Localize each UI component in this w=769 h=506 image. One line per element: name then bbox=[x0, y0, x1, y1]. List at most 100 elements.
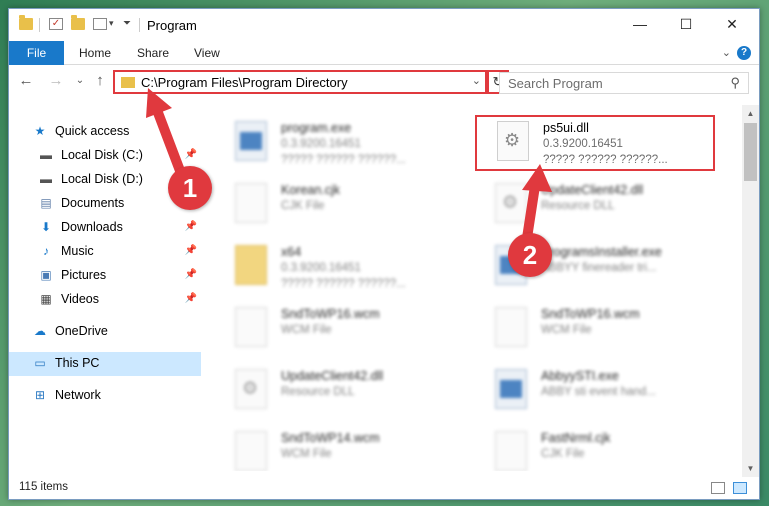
title-bar: ✓ ▾ ⏷ Program — ☐ ✕ bbox=[9, 9, 759, 41]
sidebar-item-this-pc[interactable]: ▭ This PC bbox=[9, 352, 201, 376]
scrollbar-thumb[interactable] bbox=[744, 123, 757, 181]
dll-file-icon bbox=[235, 369, 267, 409]
file-icon bbox=[235, 307, 267, 347]
file-detail: 0.3.9200.16451 bbox=[281, 138, 361, 150]
explorer-window: ✓ ▾ ⏷ Program — ☐ ✕ File Home Share View… bbox=[8, 8, 760, 500]
status-bar: 115 items bbox=[9, 477, 759, 499]
file-item[interactable]: SndToWP14.wcm WCM File bbox=[215, 427, 455, 471]
window-title: Program bbox=[147, 18, 197, 33]
maximize-button[interactable]: ☐ bbox=[663, 9, 709, 39]
address-dropdown-icon[interactable]: ⌄ bbox=[472, 74, 481, 87]
file-description: ????? ?????? ??????... bbox=[281, 154, 406, 166]
file-item[interactable]: SndToWP16.wcm WCM File bbox=[475, 303, 715, 359]
sidebar-item-network[interactable]: ⊞ Network bbox=[9, 384, 201, 408]
sidebar-item-label: Local Disk (D:) bbox=[61, 172, 143, 186]
search-input[interactable]: Search Program ⚲ bbox=[499, 72, 749, 94]
scroll-up-icon[interactable]: ▲ bbox=[742, 105, 759, 122]
item-count: 115 items bbox=[19, 481, 69, 493]
file-name: program.exe bbox=[281, 121, 352, 135]
file-item[interactable]: SndToWP16.wcm WCM File bbox=[215, 303, 455, 359]
downloads-icon: ⬇ bbox=[40, 220, 52, 234]
file-item[interactable]: ps5ui.dll 0.3.9200.16451 ????? ?????? ????… bbox=[475, 115, 715, 171]
file-name: SndToWP14.wcm bbox=[281, 431, 380, 445]
file-item[interactable]: program.exe 0.3.9200.16451 ????? ?????? ??… bbox=[215, 117, 455, 173]
tiles-view-icon[interactable] bbox=[733, 482, 747, 494]
details-view-icon[interactable] bbox=[711, 482, 725, 494]
pin-icon[interactable]: 📌 bbox=[185, 245, 197, 256]
folder-icon bbox=[121, 77, 135, 88]
pin-icon[interactable]: 📌 bbox=[185, 293, 197, 304]
computer-icon: ▭ bbox=[34, 356, 46, 370]
file-detail: WCM File bbox=[281, 448, 332, 460]
sidebar-item-local-disk-c[interactable]: ▬ Local Disk (C:) 📌 bbox=[9, 144, 201, 168]
sidebar-item-music[interactable]: ♪ Music 📌 bbox=[9, 240, 201, 264]
divider bbox=[139, 18, 140, 32]
new-folder-icon[interactable] bbox=[71, 15, 85, 30]
tab-share[interactable]: Share bbox=[123, 41, 183, 65]
file-detail: 0.3.9200.16451 bbox=[543, 138, 623, 150]
pin-icon[interactable]: 📌 bbox=[185, 221, 197, 232]
pin-icon[interactable]: 📌 bbox=[185, 149, 197, 160]
close-button[interactable]: ✕ bbox=[709, 9, 755, 39]
sidebar-item-videos[interactable]: ▦ Videos 📌 bbox=[9, 288, 201, 312]
sidebar-item-onedrive[interactable]: ☁ OneDrive bbox=[9, 320, 201, 344]
star-icon: ★ bbox=[34, 124, 46, 138]
divider bbox=[39, 18, 40, 32]
sidebar-item-label: This PC bbox=[55, 356, 100, 370]
file-item[interactable]: UpdateClient42.dll Resource DLL bbox=[215, 365, 455, 421]
sidebar-item-downloads[interactable]: ⬇ Downloads 📌 bbox=[9, 216, 201, 240]
pictures-icon: ▣ bbox=[40, 268, 52, 282]
properties-icon[interactable]: ✓ bbox=[49, 18, 63, 30]
file-name: SndToWP16.wcm bbox=[541, 307, 640, 321]
sidebar-item-label: Pictures bbox=[61, 268, 107, 282]
quick-access-dropdown-icon[interactable]: ⏷ bbox=[123, 18, 133, 30]
sidebar-item-label: Music bbox=[61, 244, 94, 258]
file-detail: ABBY sti event hand... bbox=[541, 386, 656, 398]
file-icon bbox=[235, 183, 267, 223]
step-badge-2: 2 bbox=[508, 233, 552, 277]
tab-home[interactable]: Home bbox=[65, 41, 125, 65]
up-button[interactable]: ↑ bbox=[91, 72, 109, 90]
back-button[interactable]: ← bbox=[17, 72, 35, 90]
file-name: SndToWP16.wcm bbox=[281, 307, 380, 321]
file-item[interactable]: FastNrml.cjk CJK File bbox=[475, 427, 715, 471]
sidebar-item-quick-access[interactable]: ★ Quick access bbox=[9, 120, 201, 144]
customize-toolbar-icon[interactable] bbox=[93, 18, 107, 30]
pin-icon[interactable]: 📌 bbox=[185, 269, 197, 280]
minimize-button[interactable]: — bbox=[617, 9, 663, 39]
tab-view[interactable]: View bbox=[180, 41, 234, 65]
chevron-down-icon[interactable]: ▾ bbox=[109, 18, 117, 30]
file-name: x64 bbox=[281, 245, 302, 259]
sidebar-item-label: Local Disk (C:) bbox=[61, 148, 143, 162]
step-badge-1: 1 bbox=[168, 166, 212, 210]
scroll-down-icon[interactable]: ▼ bbox=[742, 460, 759, 477]
address-bar[interactable]: C:\Program Files\Program Directory ⌄ bbox=[113, 70, 487, 94]
videos-icon: ▦ bbox=[40, 292, 52, 306]
vertical-scrollbar[interactable]: ▲ ▼ bbox=[742, 105, 759, 477]
file-item[interactable]: Korean.cjk CJK File bbox=[215, 179, 455, 235]
help-icon[interactable]: ? bbox=[737, 46, 751, 60]
exe-file-icon bbox=[235, 121, 267, 161]
file-item[interactable]: AbbyySTI.exe ABBY sti event hand... bbox=[475, 365, 715, 421]
file-icon bbox=[235, 431, 267, 471]
sidebar-item-label: Network bbox=[55, 388, 101, 402]
file-detail: WCM File bbox=[281, 324, 332, 336]
search-placeholder: Search Program bbox=[508, 76, 603, 91]
drive-icon: ▬ bbox=[40, 172, 52, 186]
tab-file[interactable]: File bbox=[9, 41, 64, 65]
sidebar-item-pictures[interactable]: ▣ Pictures 📌 bbox=[9, 264, 201, 288]
file-detail: Resource DLL bbox=[541, 200, 615, 212]
forward-button[interactable]: → bbox=[47, 72, 65, 90]
recent-locations-button[interactable]: ⌄ bbox=[71, 72, 89, 90]
file-item[interactable]: UpdateClient42.dll Resource DLL bbox=[475, 179, 715, 235]
folder-icon bbox=[235, 245, 267, 285]
file-item[interactable]: x64 0.3.9200.16451 ????? ?????? ??????... bbox=[215, 241, 455, 297]
file-name: UpdateClient42.dll bbox=[281, 369, 384, 383]
dll-file-icon bbox=[497, 121, 529, 161]
file-name: ProgramsInstaller.exe bbox=[541, 245, 662, 259]
search-icon[interactable]: ⚲ bbox=[730, 75, 740, 91]
ribbon: File Home Share View ⌄ ? bbox=[9, 41, 759, 65]
file-description: ????? ?????? ??????... bbox=[543, 154, 668, 166]
onedrive-icon: ☁ bbox=[34, 324, 46, 338]
ribbon-expand-icon[interactable]: ⌄ bbox=[722, 46, 731, 59]
